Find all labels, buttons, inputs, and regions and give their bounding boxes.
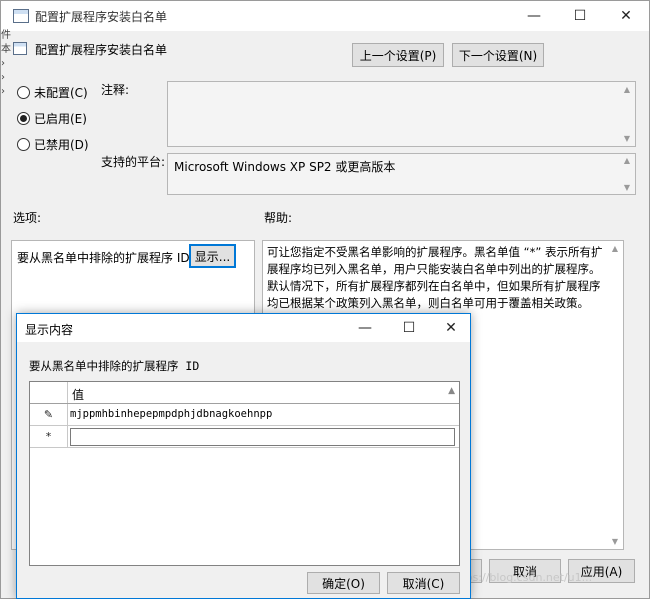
edit-marker-icon: ✎ bbox=[30, 404, 68, 425]
row-value[interactable]: mjppmhbinhepepmpdphjdbnagkoehnpp bbox=[70, 408, 272, 420]
show-contents-dialog: 显示内容 — ☐ ✕ 要从黑名单中排除的扩展程序 ID 值 ▲ ✎ mjppmh… bbox=[16, 313, 471, 599]
platform-value: Microsoft Windows XP SP2 或更高版本 bbox=[174, 160, 396, 174]
new-row-marker-icon: * bbox=[30, 426, 68, 447]
edge-char: 件 bbox=[1, 30, 11, 41]
radio-not-configured[interactable]: 未配置(C) bbox=[17, 84, 88, 101]
table-row[interactable]: ✎ mjppmhbinhepepmpdphjdbnagkoehnpp bbox=[30, 404, 459, 426]
help-text: 可让您指定不受黑名单影响的扩展程序。黑名单值 “*” 表示所有扩展程序均已列入黑… bbox=[267, 245, 603, 310]
window-title: 配置扩展程序安装白名单 bbox=[35, 10, 168, 24]
radio-indicator bbox=[17, 112, 30, 125]
radio-indicator bbox=[17, 138, 30, 151]
sub-maximize-button[interactable]: ☐ bbox=[386, 314, 432, 342]
sub-description: 要从黑名单中排除的扩展程序 ID bbox=[29, 359, 200, 373]
comment-label: 注释: bbox=[101, 83, 130, 97]
sub-title-bar: 显示内容 — ☐ ✕ bbox=[17, 314, 470, 342]
radio-label: 已启用(E) bbox=[34, 112, 87, 126]
radio-enabled[interactable]: 已启用(E) bbox=[17, 110, 87, 127]
edge-char: › bbox=[1, 58, 5, 69]
radio-label: 未配置(C) bbox=[34, 86, 88, 100]
edge-char: › bbox=[1, 86, 5, 97]
sub-ok-button[interactable]: 确定(O) bbox=[307, 572, 380, 594]
sub-window-title: 显示内容 bbox=[25, 323, 74, 337]
sub-minimize-button[interactable]: — bbox=[342, 314, 388, 342]
platform-textbox: Microsoft Windows XP SP2 或更高版本 ▲ ▼ bbox=[167, 153, 636, 195]
new-row-input[interactable] bbox=[70, 428, 455, 446]
radio-disabled[interactable]: 已禁用(D) bbox=[17, 136, 89, 153]
header-gutter bbox=[30, 382, 68, 403]
previous-setting-button[interactable]: 上一个设置(P) bbox=[352, 43, 444, 67]
comment-scrollbar[interactable]: ▲ ▼ bbox=[620, 85, 634, 143]
sub-cancel-button[interactable]: 取消(C) bbox=[387, 572, 460, 594]
scroll-down-icon: ▼ bbox=[623, 134, 631, 143]
help-label: 帮助: bbox=[264, 211, 293, 225]
policy-app-icon bbox=[13, 9, 29, 23]
next-setting-button[interactable]: 下一个设置(N) bbox=[452, 43, 544, 67]
options-label: 选项: bbox=[13, 211, 42, 225]
platform-label: 支持的平台: bbox=[101, 155, 166, 169]
scroll-down-icon: ▼ bbox=[611, 537, 619, 546]
edge-char: 本 bbox=[1, 44, 11, 55]
scroll-up-icon: ▲ bbox=[611, 244, 619, 253]
background-window-edge: 件 本 › › › bbox=[1, 29, 11, 99]
edge-char: › bbox=[1, 72, 5, 83]
setting-header-title: 配置扩展程序安装白名单 bbox=[35, 43, 168, 57]
scroll-down-icon: ▼ bbox=[623, 183, 631, 192]
value-grid: 值 ▲ ✎ mjppmhbinhepepmpdphjdbnagkoehnpp * bbox=[29, 381, 460, 566]
platform-scrollbar[interactable]: ▲ ▼ bbox=[620, 156, 634, 192]
title-bar: 配置扩展程序安装白名单 — ☐ ✕ bbox=[1, 1, 649, 31]
sort-arrow-icon: ▲ bbox=[448, 386, 455, 396]
sub-close-button[interactable]: ✕ bbox=[428, 314, 474, 342]
watermark: https://blog.csdn.net/u1... bbox=[450, 571, 593, 584]
radio-label: 已禁用(D) bbox=[34, 138, 89, 152]
help-scrollbar[interactable]: ▲ ▼ bbox=[608, 244, 622, 546]
column-header-value[interactable]: 值 bbox=[72, 386, 84, 403]
minimize-button[interactable]: — bbox=[511, 1, 557, 31]
grid-header-row: 值 ▲ bbox=[30, 382, 459, 404]
scroll-up-icon: ▲ bbox=[623, 85, 631, 94]
setting-icon bbox=[13, 42, 27, 55]
scroll-up-icon: ▲ bbox=[623, 156, 631, 165]
option-item-label: 要从黑名单中排除的扩展程序 ID bbox=[17, 251, 190, 265]
close-button[interactable]: ✕ bbox=[603, 1, 649, 31]
comment-textarea[interactable]: ▲ ▼ bbox=[167, 81, 636, 147]
radio-indicator bbox=[17, 86, 30, 99]
table-row[interactable]: * bbox=[30, 426, 459, 448]
maximize-button[interactable]: ☐ bbox=[557, 1, 603, 31]
show-button[interactable]: 显示... bbox=[189, 244, 236, 268]
